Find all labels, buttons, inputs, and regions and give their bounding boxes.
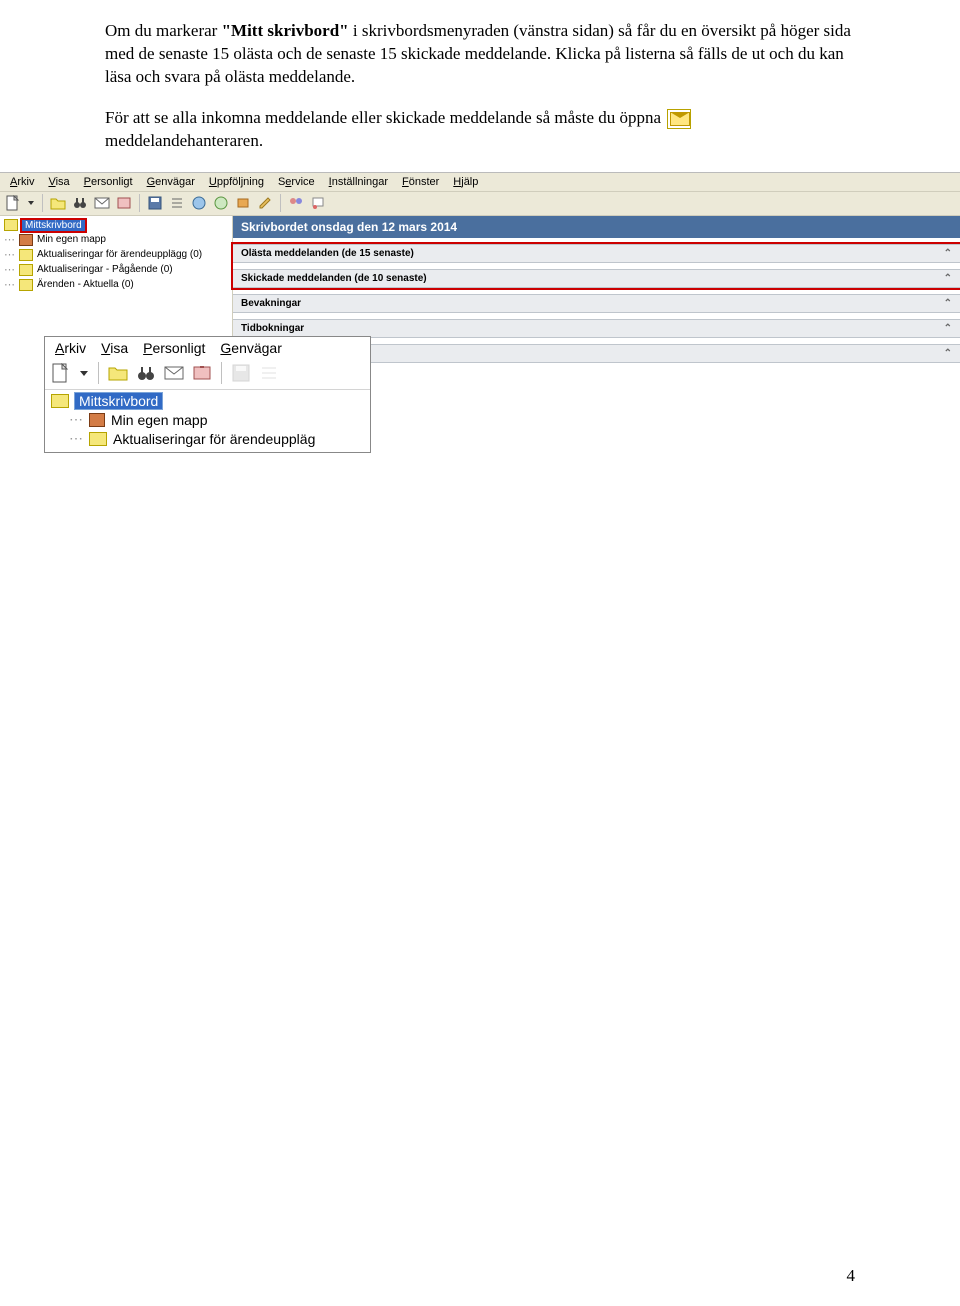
menu-visa[interactable]: VisaVisa	[42, 175, 75, 189]
para2-lead: För att se alla inkomna meddelande eller…	[105, 108, 665, 127]
para2-tail: meddelandehanteraren.	[105, 131, 263, 150]
menu-visa[interactable]: VisaVisa	[95, 339, 134, 357]
menu-arkiv[interactable]: AArkivrkiv	[4, 175, 40, 189]
tree-label: Mittskrivbord	[75, 393, 162, 409]
tree-label: Aktualiseringar för ärendeuppläg	[113, 431, 315, 447]
save-icon[interactable]	[146, 194, 164, 212]
tree-label: Aktualiseringar för ärendeupplägg (0)	[37, 249, 202, 260]
paragraph-1: Om du markerar "Mitt skrivbord" i skrivb…	[105, 20, 855, 89]
tree-item-mittskrivbord[interactable]: Mittskrivbord	[2, 218, 232, 232]
contacts-icon[interactable]	[191, 362, 213, 384]
section-skickade[interactable]: Skickade meddelanden (de 10 senaste) ⌃	[233, 269, 960, 288]
zoom-screenshot: ArkivArkiv VisaVisa PersonligtPersonligt…	[44, 336, 371, 453]
new-document-icon[interactable]	[4, 194, 22, 212]
save-icon	[230, 362, 252, 384]
chevron-up-icon: ⌃	[944, 323, 952, 334]
chevron-up-icon: ⌃	[944, 273, 952, 284]
para1-bold: "Mitt skrivbord"	[222, 21, 349, 40]
chevron-up-icon: ⌃	[944, 298, 952, 309]
new-document-icon[interactable]	[50, 362, 72, 384]
mail-icon	[667, 109, 691, 129]
chevron-up-icon: ⌃	[944, 348, 952, 359]
tree-label: Min egen mapp	[37, 234, 106, 245]
page-number: 4	[847, 1266, 856, 1286]
menubar: AArkivrkiv VisaVisa PersonligtPersonligt…	[0, 173, 960, 192]
tree-label: Ärenden - Aktuella (0)	[37, 279, 134, 290]
folder-icon	[89, 432, 107, 446]
mail-icon-toolbar[interactable]	[93, 194, 111, 212]
para1-lead: Om du markerar	[105, 21, 222, 40]
tree-item-arenden[interactable]: ⋯ Ärenden - Aktuella (0)	[2, 277, 232, 292]
toolbar-dropdown-caret-icon[interactable]	[26, 194, 36, 212]
section-label: Skickade meddelanden (de 10 senaste)	[241, 273, 427, 284]
folder-icon	[19, 279, 33, 291]
paragraph-2: För att se alla inkomna meddelande eller…	[105, 107, 855, 153]
menu-installningar[interactable]: InställningarInställningar	[323, 175, 394, 189]
tree-item-minegenmapp[interactable]: ⋯ Min egen mapp	[49, 410, 370, 429]
people-icon[interactable]	[287, 194, 305, 212]
menu-genvagar[interactable]: GenvägarGenvägar	[141, 175, 201, 189]
section-olasta[interactable]: Olästa meddelanden (de 15 senaste) ⌃	[233, 244, 960, 263]
zoom-toolbar	[45, 359, 370, 390]
menu-personligt[interactable]: PersonligtPersonligt	[78, 175, 139, 189]
tree-item-minegenmapp[interactable]: ⋯ Min egen mapp	[2, 232, 232, 247]
menu-uppfoljning[interactable]: UppföljningUppföljning	[203, 175, 270, 189]
binoculars-icon[interactable]	[135, 362, 157, 384]
tree-label: Aktualiseringar - Pågående (0)	[37, 264, 173, 275]
section-label: Bevakningar	[241, 298, 301, 309]
folder-icon	[51, 394, 69, 408]
zoom-menubar: ArkivArkiv VisaVisa PersonligtPersonligt…	[45, 337, 370, 359]
open-folder-icon[interactable]	[49, 194, 67, 212]
check-circle-icon[interactable]	[212, 194, 230, 212]
list-icon[interactable]	[168, 194, 186, 212]
tree-item-akt-upplag[interactable]: ⋯ Aktualiseringar för ärendeuppläg	[49, 429, 370, 448]
menu-arkiv[interactable]: ArkivArkiv	[49, 339, 92, 357]
binoculars-icon[interactable]	[71, 194, 89, 212]
menu-fonster[interactable]: FönsterFönster	[396, 175, 445, 189]
list-icon	[258, 362, 280, 384]
app-screenshot: AArkivrkiv VisaVisa PersonligtPersonligt…	[0, 172, 960, 363]
orange-card-icon[interactable]	[234, 194, 252, 212]
tree-item-akt-upplag[interactable]: ⋯ Aktualiseringar för ärendeupplägg (0)	[2, 247, 232, 262]
chevron-up-icon: ⌃	[944, 248, 952, 259]
zoom-tree: Mittskrivbord ⋯ Min egen mapp ⋯ Aktualis…	[45, 390, 370, 452]
pencil-icon[interactable]	[256, 194, 274, 212]
folder-icon	[19, 264, 33, 276]
section-bevakningar[interactable]: Bevakningar ⌃	[233, 294, 960, 313]
menu-service[interactable]: ServiceService	[272, 175, 321, 189]
section-label: Tidbokningar	[241, 323, 304, 334]
menu-personligt[interactable]: PersonligtPersonligt	[137, 339, 211, 357]
menu-genvagar[interactable]: GenvägarGenvägar	[214, 339, 287, 357]
menu-hjalp[interactable]: HjälpHjälp	[447, 175, 484, 189]
contacts-icon[interactable]	[115, 194, 133, 212]
folder-icon	[19, 234, 33, 246]
toolbar-dropdown-caret-icon[interactable]	[78, 362, 90, 384]
open-folder-icon[interactable]	[107, 362, 129, 384]
mail-icon-toolbar[interactable]	[163, 362, 185, 384]
tree-label: Min egen mapp	[111, 412, 208, 428]
page-title: Skrivbordet onsdag den 12 mars 2014	[233, 216, 960, 238]
section-label: Olästa meddelanden (de 15 senaste)	[241, 248, 414, 259]
folder-icon	[4, 219, 18, 231]
cert-icon[interactable]	[309, 194, 327, 212]
tree-item-mittskrivbord[interactable]: Mittskrivbord	[49, 392, 370, 410]
globe-icon[interactable]	[190, 194, 208, 212]
toolbar	[0, 192, 960, 216]
tree-item-akt-pagaende[interactable]: ⋯ Aktualiseringar - Pågående (0)	[2, 262, 232, 277]
box-icon	[89, 413, 105, 427]
tree-label: Mittskrivbord	[22, 220, 85, 231]
folder-icon	[19, 249, 33, 261]
